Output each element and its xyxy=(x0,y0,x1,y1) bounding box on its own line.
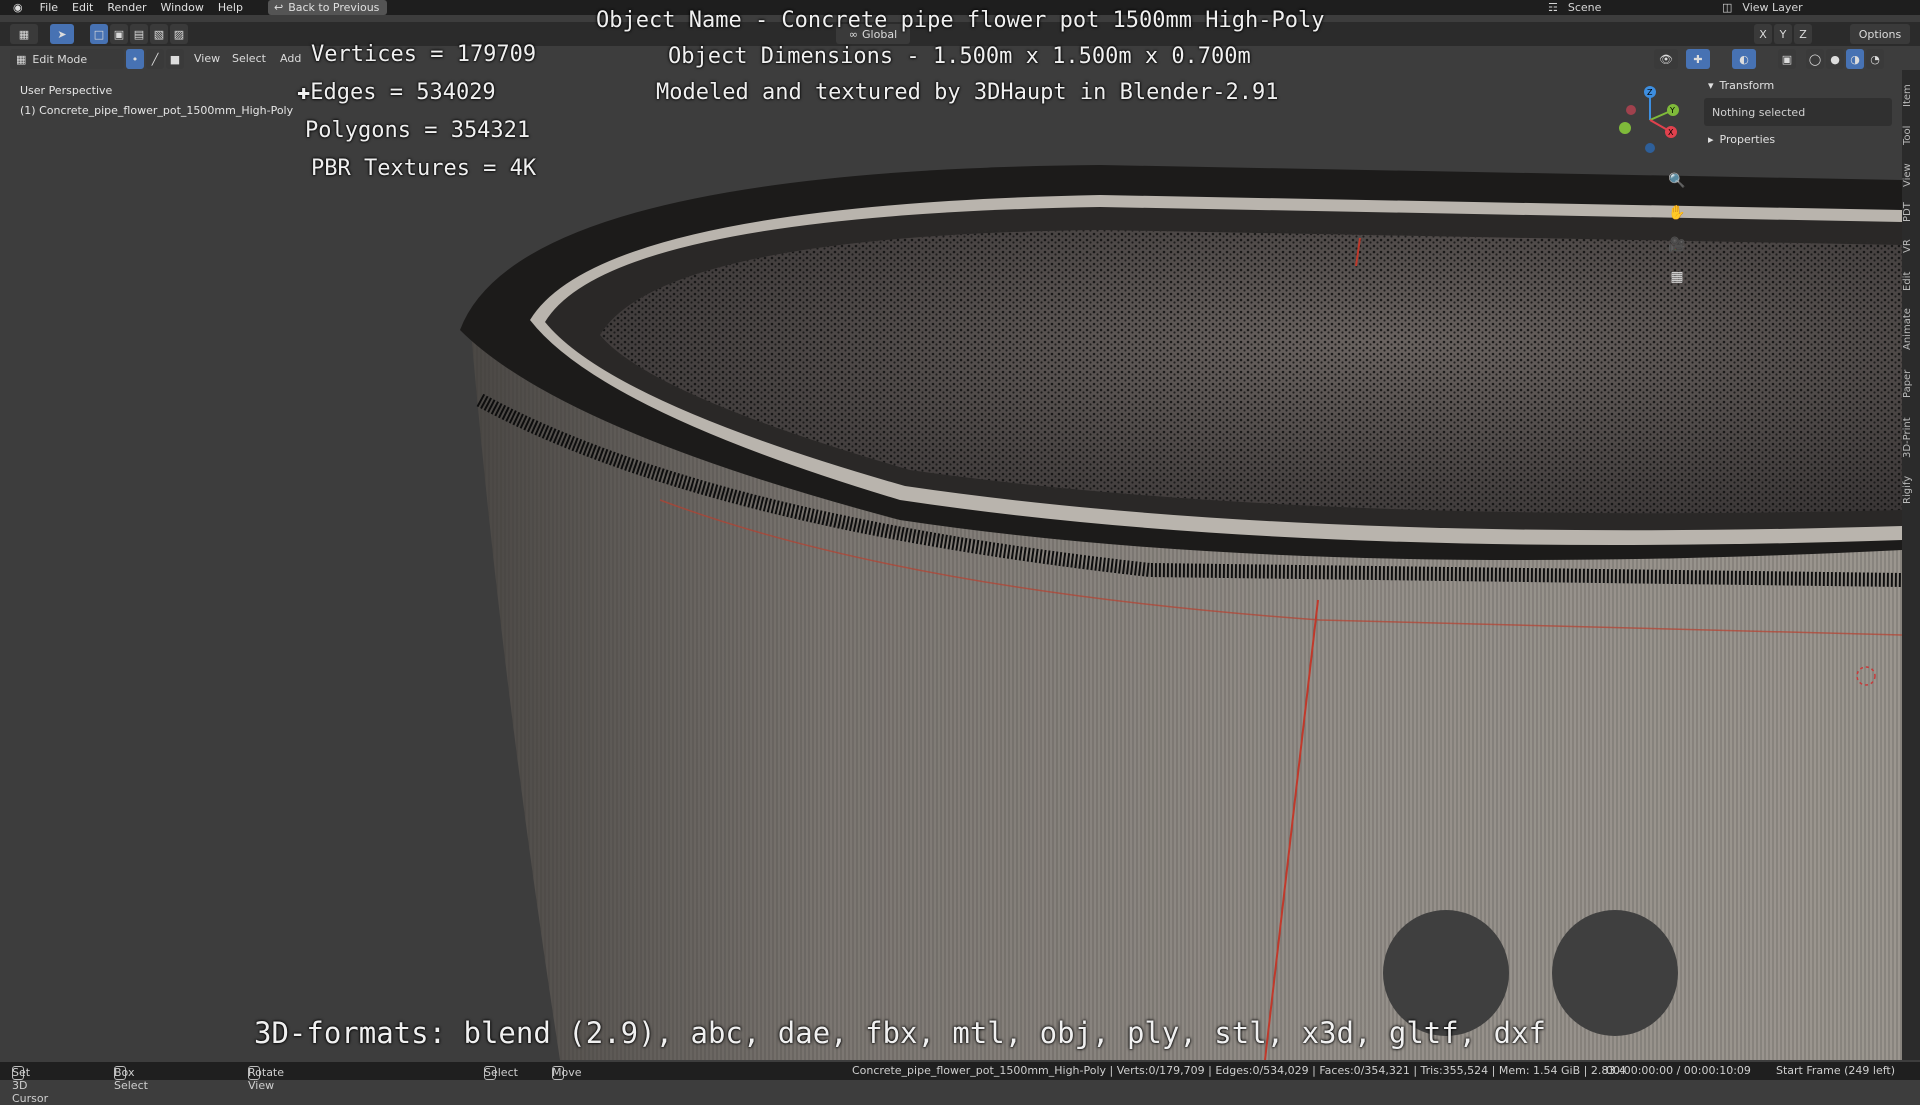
nothing-selected-label: Nothing selected xyxy=(1704,98,1892,126)
grid-view-icon[interactable]: ▦ xyxy=(1664,264,1690,290)
status-bar: Set 3D Cursor Box Select Rotate View Sel… xyxy=(0,1062,1920,1105)
sidebar-tabs: Item Tool View PDT VR Edit Animate Paper… xyxy=(1902,70,1920,1060)
tab-edit[interactable]: Edit xyxy=(1902,266,1920,296)
properties-header[interactable]: ▸ Properties xyxy=(1700,128,1896,150)
scene-statistics: Concrete_pipe_flower_pot_1500mm_High-Pol… xyxy=(852,1064,1626,1077)
perspective-label: User Perspective xyxy=(20,84,113,97)
blender-logo-icon[interactable]: ◉ xyxy=(6,0,33,15)
active-object-label: (1) Concrete_pipe_flower_pot_1500mm_High… xyxy=(20,104,294,117)
credit-line: Modeled and textured by 3DHaupt in Blend… xyxy=(656,80,1279,105)
menu-edit[interactable]: Edit xyxy=(65,0,100,15)
vertices-count: Vertices = 179709 xyxy=(311,42,537,67)
menu-file[interactable]: File xyxy=(33,0,65,15)
mode-dropdown[interactable]: ▦ Edit Mode xyxy=(10,49,124,69)
sidebar-n-panel: ▾ Transform Nothing selected ▸ Propertie… xyxy=(1700,74,1896,150)
select-menu[interactable]: Select xyxy=(232,52,266,65)
touch-button-right[interactable] xyxy=(1552,910,1678,1036)
select-intersect-icon[interactable]: ▨ xyxy=(170,24,188,44)
tab-3d-print[interactable]: 3D-Print xyxy=(1902,410,1920,466)
gizmo-toggle-icon[interactable]: ✚ xyxy=(1686,49,1710,69)
polygons-count: Polygons = 354321 xyxy=(305,118,531,143)
face-select-icon[interactable]: ■ xyxy=(166,49,184,69)
view-layer-selector[interactable]: ◫ View Layer xyxy=(1722,0,1918,15)
svg-text:Z: Z xyxy=(1647,88,1653,97)
rendered-shading-icon[interactable]: ◔ xyxy=(1866,49,1884,69)
svg-text:Y: Y xyxy=(1669,106,1675,115)
transform-header[interactable]: ▾ Transform xyxy=(1700,74,1896,96)
editor-type-button[interactable]: ▦ xyxy=(10,24,38,44)
solid-shading-icon[interactable]: ● xyxy=(1826,49,1844,69)
timecode: 00:00:00:00 / 00:00:10:09 xyxy=(1606,1064,1751,1077)
tab-view[interactable]: View xyxy=(1902,160,1920,190)
mirror-x[interactable]: X xyxy=(1754,24,1772,44)
overlay-toggle-icon[interactable]: ◐ xyxy=(1732,49,1756,69)
edges-count: ✚Edges = 534029 xyxy=(297,80,496,105)
object-dimensions: Object Dimensions - 1.500m x 1.500m x 0.… xyxy=(668,44,1251,69)
camera-view-icon[interactable]: 🎥 xyxy=(1664,232,1690,258)
vertex-select-icon[interactable]: • xyxy=(126,49,144,69)
back-to-previous-button[interactable]: ↩ Back to Previous xyxy=(267,0,388,15)
menu-help[interactable]: Help xyxy=(211,0,250,15)
crosshair-icon: ✚ xyxy=(297,80,311,105)
select-extend-icon[interactable]: ▣ xyxy=(110,24,128,44)
svg-text:X: X xyxy=(1668,128,1674,137)
select-invert-icon[interactable]: ▧ xyxy=(150,24,168,44)
scene-icon: ☶ xyxy=(1548,1,1558,14)
disclosure-down-icon: ▾ xyxy=(1708,78,1714,92)
navigation-gizmo[interactable]: Z Y X xyxy=(1605,80,1685,160)
view-layer-icon: ◫ xyxy=(1722,1,1733,14)
frame-info: Start Frame (249 left) xyxy=(1776,1064,1896,1077)
tab-vr[interactable]: VR xyxy=(1902,234,1920,258)
scene-selector[interactable]: ☶ Scene xyxy=(1548,0,1708,15)
select-subtract-icon[interactable]: ▤ xyxy=(130,24,148,44)
tab-animate[interactable]: Animate xyxy=(1902,302,1920,356)
zoom-icon[interactable]: 🔍 xyxy=(1664,168,1690,194)
menu-window[interactable]: Window xyxy=(154,0,211,15)
add-menu[interactable]: Add xyxy=(280,52,301,65)
tab-item[interactable]: Item xyxy=(1902,80,1920,112)
edit-mode-icon: ▦ xyxy=(16,52,27,66)
disclosure-right-icon: ▸ xyxy=(1708,132,1714,146)
visibility-icon[interactable]: 👁 xyxy=(1654,49,1678,69)
xray-toggle-icon[interactable]: ▣ xyxy=(1778,49,1796,69)
material-shading-icon[interactable]: ◑ xyxy=(1846,49,1864,69)
3d-viewport[interactable]: User Perspective (1) Concrete_pipe_flowe… xyxy=(0,70,1902,1060)
tab-rigify[interactable]: Rigify xyxy=(1902,470,1920,510)
select-new-icon[interactable]: □ xyxy=(90,24,108,44)
wireframe-shading-icon[interactable]: ◯ xyxy=(1806,49,1824,69)
options-dropdown[interactable]: Options xyxy=(1850,24,1910,44)
tab-tool[interactable]: Tool xyxy=(1902,120,1920,150)
pbr-textures-label: PBR Textures = 4K xyxy=(311,156,537,181)
object-name-title: Object Name - Concrete pipe flower pot 1… xyxy=(596,8,1325,33)
pan-hand-icon[interactable]: ✋ xyxy=(1664,200,1690,226)
view-menu[interactable]: View xyxy=(194,52,220,65)
back-icon: ↩ xyxy=(273,1,284,14)
select-tool-icon[interactable]: ➤ xyxy=(50,24,74,44)
edge-select-icon[interactable]: ╱ xyxy=(146,49,164,69)
mirror-z[interactable]: Z xyxy=(1794,24,1812,44)
menu-render[interactable]: Render xyxy=(100,0,153,15)
tab-pdt[interactable]: PDT xyxy=(1902,198,1920,226)
formats-banner: 3D-formats: blend (2.9), abc, dae, fbx, … xyxy=(254,1016,1547,1050)
tab-paper[interactable]: Paper xyxy=(1902,364,1920,404)
mirror-y[interactable]: Y xyxy=(1774,24,1792,44)
